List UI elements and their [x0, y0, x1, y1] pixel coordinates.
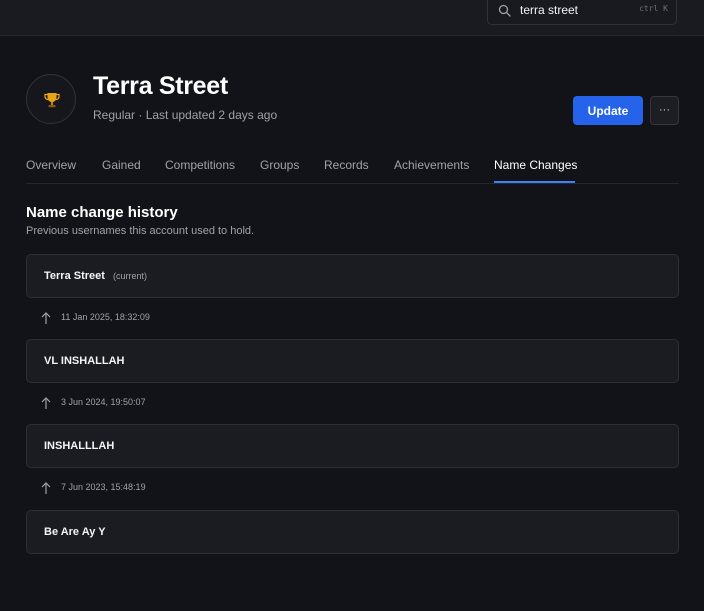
username: Terra Street	[44, 270, 105, 282]
trophy-icon	[44, 93, 60, 108]
page-title: Terra Street	[93, 72, 228, 100]
username: VL INSHALLAH	[44, 355, 125, 367]
change-timestamp: 3 Jun 2024, 19:50:07	[61, 397, 146, 407]
arrow-up-icon	[41, 482, 51, 494]
section-description: Previous usernames this account used to …	[26, 225, 255, 237]
search-input[interactable]	[520, 1, 630, 19]
active-tab-indicator	[494, 181, 575, 183]
search-box[interactable]: ctrl K	[487, 0, 677, 25]
section-title: Name change history	[26, 204, 178, 221]
player-subtitle: Regular · Last updated 2 days ago	[93, 108, 278, 122]
current-badge: (current)	[113, 271, 148, 281]
username: Be Are Ay Y	[44, 526, 106, 538]
change-timestamp: 7 Jun 2023, 15:48:19	[61, 482, 146, 492]
name-card: INSHALLLAH	[26, 424, 679, 468]
tab-bar: Overview Gained Competitions Groups Reco…	[26, 150, 679, 184]
name-card-current: Terra Street (current)	[26, 254, 679, 298]
tab-gained[interactable]: Gained	[102, 158, 141, 172]
tab-achievements[interactable]: Achievements	[394, 158, 469, 172]
username: INSHALLLAH	[44, 440, 115, 452]
tab-overview[interactable]: Overview	[26, 158, 76, 172]
search-shortcut-hint: ctrl K	[639, 4, 668, 13]
tab-name-changes[interactable]: Name Changes	[494, 158, 577, 172]
tab-records[interactable]: Records	[324, 158, 369, 172]
update-button[interactable]: Update	[573, 96, 643, 125]
more-options-button[interactable]: ···	[650, 96, 679, 125]
tab-competitions[interactable]: Competitions	[165, 158, 235, 172]
arrow-up-icon	[41, 397, 51, 409]
name-card: VL INSHALLAH	[26, 339, 679, 383]
change-timestamp: 11 Jan 2025, 18:32:09	[61, 312, 150, 322]
tab-groups[interactable]: Groups	[260, 158, 299, 172]
top-bar: ctrl K	[0, 0, 704, 36]
arrow-up-icon	[41, 312, 51, 324]
avatar	[26, 74, 76, 124]
name-card: Be Are Ay Y	[26, 510, 679, 554]
search-icon	[498, 4, 511, 17]
